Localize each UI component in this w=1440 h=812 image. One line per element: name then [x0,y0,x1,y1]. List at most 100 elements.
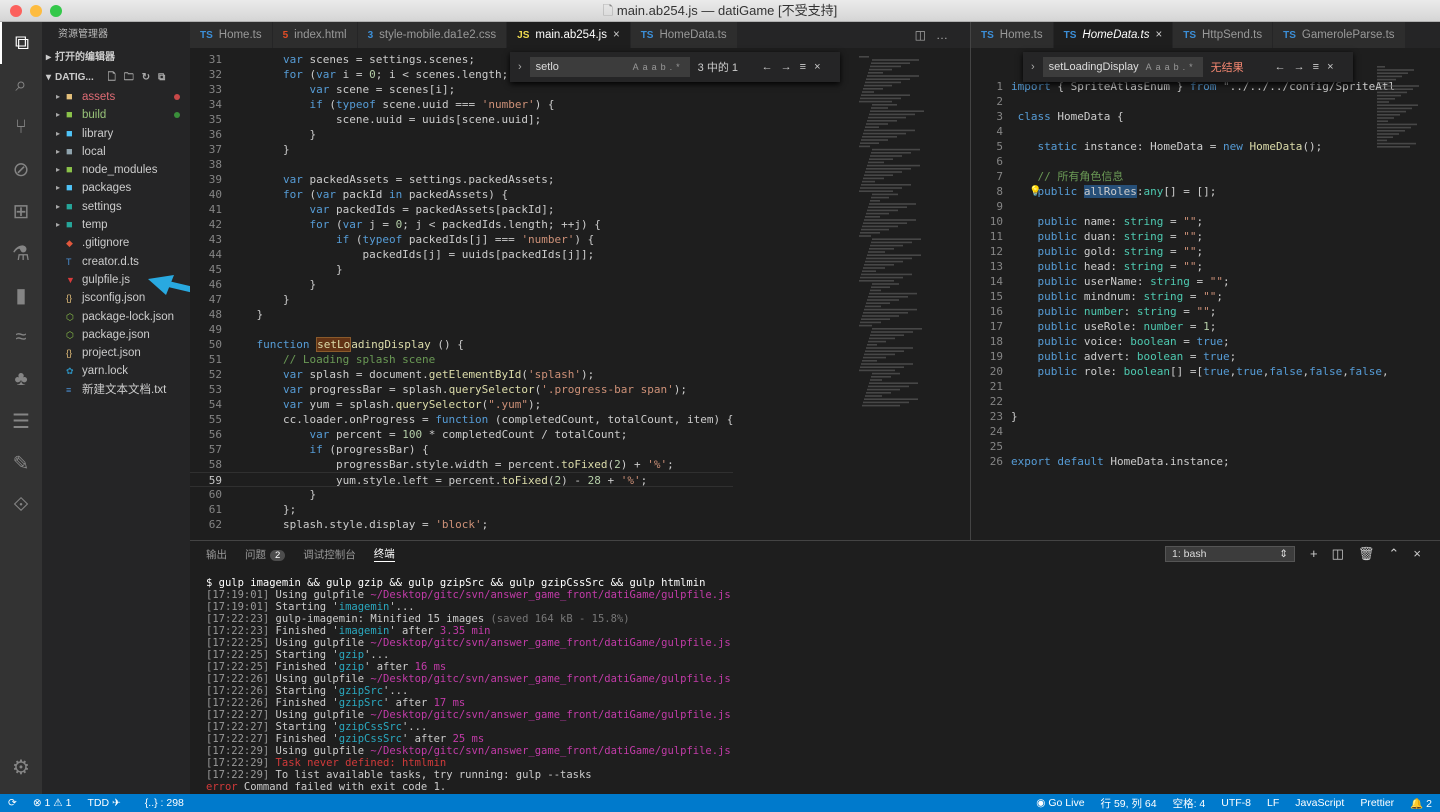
code-line[interactable]: 21 [971,379,1395,394]
code-view-right[interactable]: 1 import { SpriteAtlasEnum } from "../../… [971,79,1395,469]
code-line[interactable]: 24 [971,424,1395,439]
extensions-icon[interactable]: ⊞ [0,190,42,232]
tab-output[interactable]: 输出 [206,547,227,562]
code-line[interactable]: 14 public userName: string = ""; [971,274,1395,289]
code-line[interactable]: 26 export default HomeData.instance; [971,454,1395,469]
code-line[interactable]: 4 [971,124,1395,139]
tree-item-txt[interactable]: ≡ 新建文本文档.txt [42,381,190,399]
code-line[interactable]: 41 var packedIds = packedAssets[packId]; [190,202,733,217]
code-line[interactable]: 51 // Loading splash scene [190,352,733,367]
braces-status[interactable]: {..} : 298 [137,797,192,809]
code-line[interactable]: 40 for (var packId in packedAssets) { [190,187,733,202]
expand-replace-icon[interactable]: › [1031,61,1035,73]
code-line[interactable]: 61 }; [190,502,733,517]
tab-debug-console[interactable]: 调试控制台 [303,547,356,562]
minimap-right[interactable] [1371,62,1440,542]
close-find-icon[interactable]: × [1327,61,1333,73]
code-line[interactable]: 52 var splash = document.getElementById(… [190,367,733,382]
tree-item-creator-d-ts[interactable]: Tcreator.d.ts [42,253,190,271]
minimize-window-button[interactable] [30,5,42,17]
code-line[interactable]: 39 var packedAssets = settings.packedAss… [190,172,733,187]
code-line[interactable]: 7 // 所有角色信息 [971,169,1395,184]
code-line[interactable]: 16 public number: string = ""; [971,304,1395,319]
zoom-window-button[interactable] [50,5,62,17]
code-line[interactable]: 19 public advert: boolean = true; [971,349,1395,364]
sync-icon[interactable]: ⟳ [0,797,25,809]
match-case-icon[interactable]: Aa [1146,62,1165,72]
tree-item-settings[interactable]: ▸ ■ settings [42,198,190,216]
code-line[interactable]: 55 cc.loader.onProgress = function (comp… [190,412,734,427]
find-in-selection-icon[interactable]: ≡ [1313,61,1319,73]
close-window-button[interactable] [10,5,22,17]
problems-status[interactable]: ⊗ 1 ⚠ 1 [25,797,80,809]
tab-terminal[interactable]: 终端 [373,546,395,562]
tree-item-assets[interactable]: ▸ ■ assets [42,88,190,106]
code-line[interactable]: 38 [190,157,733,172]
code-line[interactable]: 💡 8 public allRoles:any[] = []; [971,184,1395,199]
previous-match-icon[interactable]: ← [1275,61,1286,73]
trash-icon[interactable]: 🗑 [1358,546,1389,561]
tab-gameroleparse-ts[interactable]: TS GameroleParse.ts [1273,22,1406,48]
split-editor-icon[interactable]: ◫… [915,28,958,42]
code-line[interactable]: 48 } [190,307,733,322]
code-line[interactable]: 2 [971,94,1395,109]
code-line[interactable]: 25 [971,439,1395,454]
code-line[interactable]: 3 class HomeData { [971,109,1395,124]
search-icon[interactable]: ⌕ [0,64,42,106]
encoding-status[interactable]: UTF-8 [1213,797,1259,809]
tab-homedata-ts[interactable]: TS HomeData.ts [630,22,738,48]
code-line[interactable]: 47 } [190,292,733,307]
code-line[interactable]: 22 [971,394,1395,409]
find-input[interactable]: setlo Aaab.* [529,57,690,77]
code-line[interactable]: 59 yum.style.left = percent.toFixed(2) -… [190,472,734,487]
regex-icon[interactable]: .* [670,62,684,72]
code-view-left[interactable]: 31 var scenes = settings.scenes; 32 for (… [190,52,734,532]
code-line[interactable]: 15 public mindnum: string = ""; [971,289,1395,304]
tree-item-package-json[interactable]: ⬡ package.json [42,326,190,344]
code-line[interactable]: 62 splash.style.display = 'block'; [190,517,733,532]
code-line[interactable]: 37 } [190,142,733,157]
tab-home-ts[interactable]: TS Home.ts [190,22,273,48]
code-line[interactable]: 58 progressBar.style.width = percent.toF… [190,457,733,472]
code-line[interactable]: 17 public useRole: number = 1; [971,319,1395,334]
cursor-position[interactable]: 行 59, 列 64 [1093,796,1165,811]
next-match-icon[interactable]: → [1294,61,1305,73]
terminal-output[interactable]: $ gulp imagemin && gulp gzip && gulp gzi… [206,577,731,793]
tab-main-ab254-js[interactable]: JS main.ab254.js × [507,22,631,48]
tree-item-build[interactable]: ▸ ■ build [42,106,190,124]
code-line[interactable]: 53 var progressBar = splash.querySelecto… [190,382,733,397]
code-line[interactable]: 10 public name: string = ""; [971,214,1395,229]
tab-index-html[interactable]: 5 index.html [272,22,358,48]
tab-problems[interactable]: 问题 2 [245,547,286,562]
code-line[interactable]: 35 scene.uuid = uuids[scene.uuid]; [190,112,733,127]
tree-item-yarn-lock[interactable]: ✿ yarn.lock [42,362,190,380]
tree-item-local[interactable]: ▸ ■ local [42,143,190,161]
bookmark-icon[interactable]: ▮ [0,274,42,316]
tab-httpsend-ts[interactable]: TS HttpSend.ts [1173,22,1274,48]
code-line[interactable]: 6 [971,154,1395,169]
close-tab-icon[interactable]: × [1156,29,1163,41]
code-line[interactable]: 44 packedIds[j] = uuids[packedIds[j]]; [190,247,733,262]
folder-section[interactable]: ▾ DATIG... 🗋🗀↻⧉ [42,68,190,88]
folder-actions[interactable]: 🗋🗀↻⧉ [108,68,174,88]
tree-item-node-modules[interactable]: ▸ ■ node_modules [42,161,190,179]
tree-item-gitignore[interactable]: ◆ .gitignore [42,234,190,252]
code-line[interactable]: 50 function setLoadingDisplay () { [190,337,733,352]
explorer-icon[interactable]: ⧉ [0,22,42,64]
code-line[interactable]: 49 [190,322,733,337]
tab-home-ts[interactable]: TS Home.ts [971,22,1054,48]
debug-icon[interactable]: ⊘ [0,148,42,190]
code-line[interactable]: 57 if (progressBar) { [190,442,733,457]
code-line[interactable]: 33 var scene = scenes[i]; [190,82,733,97]
paint-icon[interactable]: ✎ [0,442,42,484]
tree-item-library[interactable]: ▸ ■ library [42,125,190,143]
code-line[interactable]: 23} [971,409,1395,424]
expand-replace-icon[interactable]: › [518,61,522,73]
tdd-status[interactable]: TDD ✈ [79,797,128,809]
code-line[interactable]: 12 public gold: string = ""; [971,244,1395,259]
lightbulb-icon[interactable]: 💡 [1029,184,1041,199]
code-line[interactable]: 60 } [190,487,733,502]
source-control-icon[interactable]: ⑂ [0,106,42,148]
close-find-icon[interactable]: × [814,61,820,73]
tree-item-temp[interactable]: ▸ ■ temp [42,216,190,234]
